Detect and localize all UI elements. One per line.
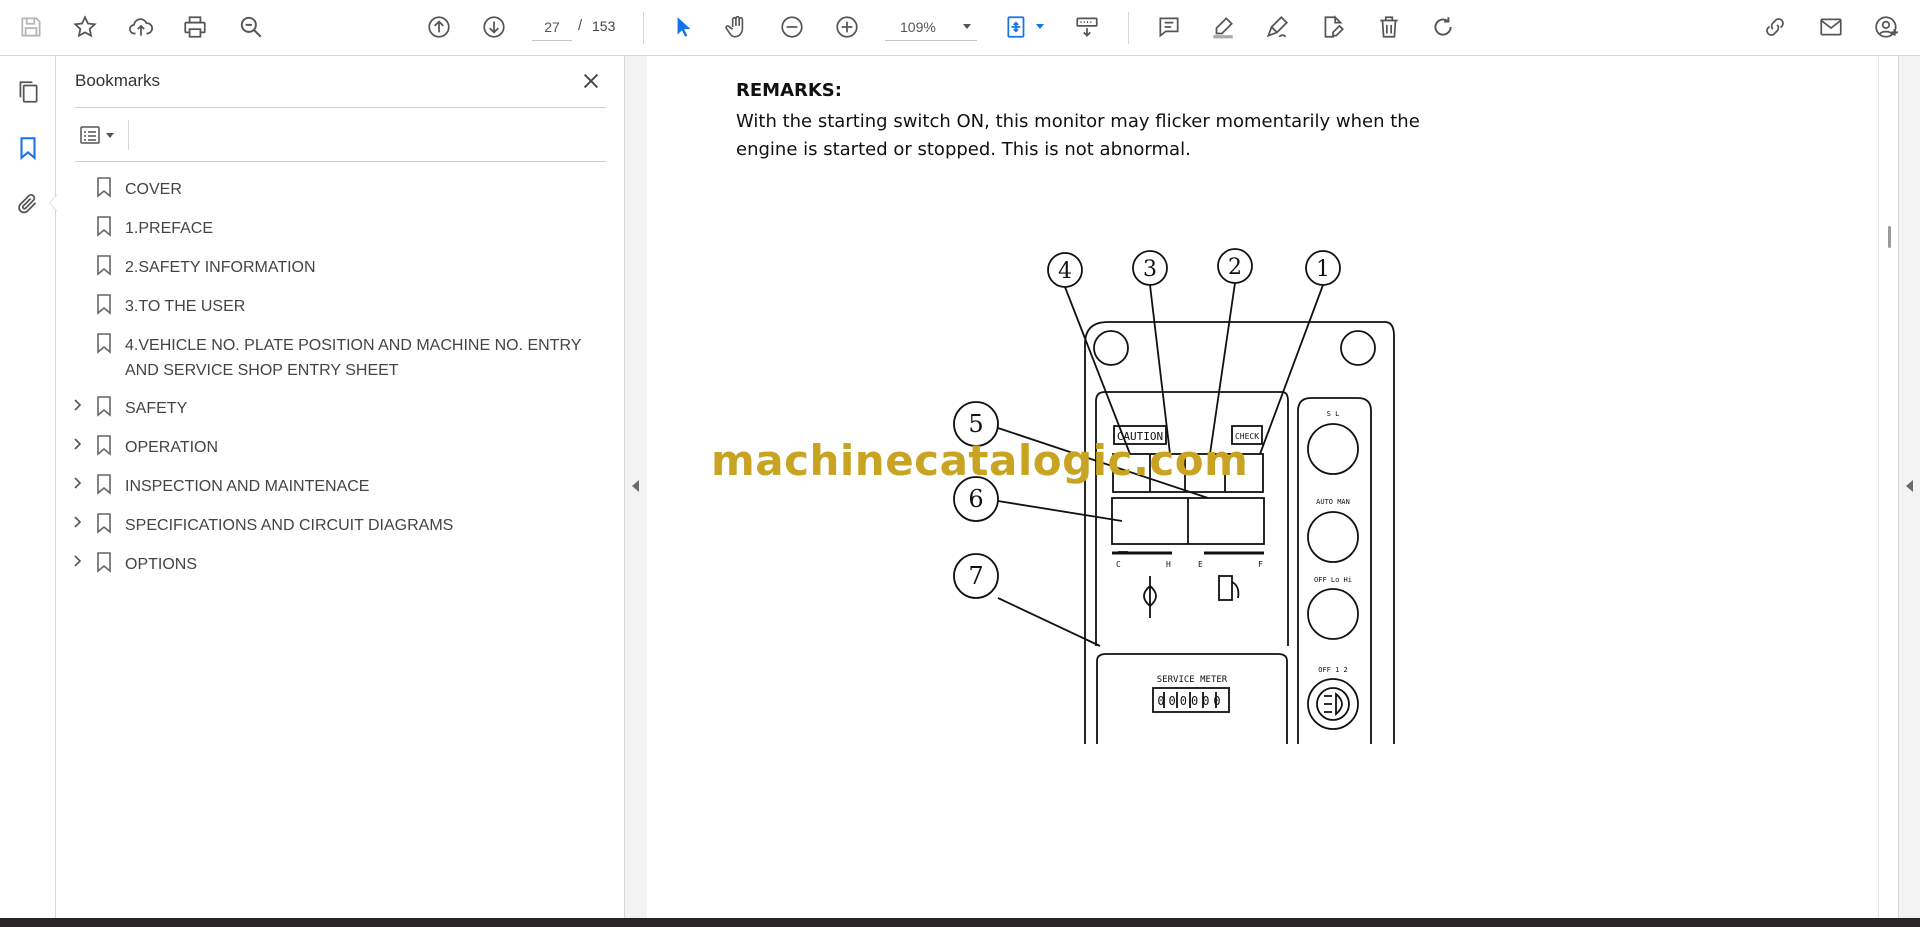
chevron-right-icon[interactable]: [71, 514, 85, 530]
gauge-end-label: C: [1116, 560, 1121, 569]
callout-label: 7: [968, 562, 983, 590]
panel-title: Bookmarks: [75, 71, 161, 90]
search-icon[interactable]: [234, 10, 268, 44]
bookmarks-panel: Bookmarks COVER 1.PREFACE 2.SAFETY INFOR…: [57, 56, 625, 918]
toolbar-divider: [1128, 12, 1129, 44]
bookmark-label: SPECIFICATIONS AND CIRCUIT DIAGRAMS: [125, 517, 454, 534]
callout-label: 2: [1228, 255, 1242, 280]
watermark-text: machinecatalogic.com: [711, 436, 1249, 485]
highlight-icon[interactable]: [1206, 10, 1240, 44]
edit-pdf-icon[interactable]: [1316, 10, 1350, 44]
bookmark-label: 2.SAFETY INFORMATION: [125, 259, 316, 276]
scroll-mode-icon[interactable]: [1070, 10, 1104, 44]
expand-arrow-icon: [1906, 480, 1913, 492]
comment-icon[interactable]: [1152, 10, 1186, 44]
chevron-right-icon[interactable]: [71, 553, 85, 569]
callout-label: 3: [1143, 257, 1157, 282]
page-up-icon[interactable]: [422, 10, 456, 44]
zoom-in-icon[interactable]: [830, 10, 864, 44]
delete-icon[interactable]: [1372, 10, 1406, 44]
collapse-arrow-icon: [632, 480, 639, 492]
divider: [75, 161, 606, 162]
select-cursor-icon[interactable]: [666, 10, 700, 44]
chevron-down-icon: [106, 132, 114, 138]
bookmark-icon: [97, 513, 111, 534]
chevron-right-icon[interactable]: [71, 475, 85, 491]
zoom-value: 109%: [900, 18, 936, 35]
main-toolbar: 27 / 153 109%: [0, 0, 1920, 56]
chevron-down-icon[interactable]: [1036, 24, 1044, 29]
divider: [75, 107, 606, 108]
email-icon[interactable]: [1814, 10, 1848, 44]
scrollbar-thumb[interactable]: [1888, 226, 1891, 248]
taskbar-edge: [0, 918, 1920, 927]
panel-collapse-handle[interactable]: [625, 56, 646, 918]
save-icon[interactable]: [14, 10, 48, 44]
gauge-end-label: H: [1166, 560, 1171, 569]
bookmark-icon: [97, 294, 111, 315]
list-options-icon: [80, 126, 100, 144]
bookmark-icon: [97, 255, 111, 276]
active-panel-pointer: [50, 195, 57, 211]
chevron-right-icon[interactable]: [71, 397, 85, 413]
page-thumbnails-icon[interactable]: [12, 76, 44, 108]
attachments-icon[interactable]: [12, 188, 44, 220]
page-number-input[interactable]: 27: [532, 13, 572, 41]
callout-label: 5: [968, 410, 983, 438]
share-link-icon[interactable]: [1758, 10, 1792, 44]
bookmark-icon: [97, 177, 111, 198]
bookmark-label: 4.VEHICLE NO. PLATE POSITION AND MACHINE…: [125, 337, 582, 379]
callout-label: 4: [1058, 259, 1072, 284]
knob-label: AUTO MAN: [1316, 498, 1350, 506]
bookmark-label: SAFETY: [125, 400, 188, 417]
bookmark-icon: [97, 474, 111, 495]
bookmark-icon: [97, 216, 111, 237]
knob-label: OFF 1 2: [1318, 666, 1348, 674]
hand-icon[interactable]: [720, 10, 754, 44]
callout-label: 6: [968, 485, 983, 513]
sign-icon[interactable]: [1260, 10, 1294, 44]
knob-label: OFF Lo Hi: [1314, 576, 1352, 584]
service-meter-label: SERVICE METER: [1157, 675, 1228, 685]
bookmarks-icon[interactable]: [12, 132, 44, 164]
gauge-end-label: E: [1198, 560, 1203, 569]
monitor-panel-diagram: 4 3 2 1 5 6 7 CAUTION CHECK SERVICE METE…: [953, 248, 1395, 744]
bookmark-options-button[interactable]: [74, 119, 120, 151]
divider: [128, 120, 129, 150]
print-icon[interactable]: [178, 10, 212, 44]
callout-label: 1: [1316, 257, 1330, 282]
remarks-heading: REMARKS:: [736, 80, 842, 101]
cloud-upload-icon[interactable]: [124, 10, 158, 44]
knob-label: S L: [1327, 410, 1340, 418]
remarks-text: With the starting switch ON, this monito…: [736, 111, 1420, 160]
right-panel-toggle[interactable]: [1898, 56, 1920, 918]
gauge-end-label: F: [1258, 560, 1263, 569]
page-separator: /: [578, 17, 583, 34]
chevron-down-icon: [963, 24, 971, 29]
fit-page-icon[interactable]: [1000, 10, 1034, 44]
page-down-icon[interactable]: [477, 10, 511, 44]
zoom-select[interactable]: 109%: [885, 13, 977, 41]
bookmark-label: 1.PREFACE: [125, 220, 214, 237]
toolbar-divider: [643, 12, 644, 44]
page-total: 153: [592, 18, 616, 34]
bookmark-label: OPTIONS: [125, 556, 198, 573]
close-icon[interactable]: [577, 67, 605, 95]
meter-digits: 000000: [1157, 694, 1224, 708]
bookmark-icon: [97, 552, 111, 573]
bookmark-icon: [97, 333, 111, 354]
rotate-icon[interactable]: [1426, 10, 1460, 44]
bookmark-label: INSPECTION AND MAINTENACE: [125, 478, 370, 495]
zoom-out-icon[interactable]: [775, 10, 809, 44]
add-user-icon[interactable]: [1870, 10, 1904, 44]
bookmark-icon: [97, 435, 111, 456]
star-icon[interactable]: [68, 10, 102, 44]
bookmark-icon: [97, 396, 111, 417]
vertical-scrollbar[interactable]: [1878, 56, 1898, 918]
bookmark-label: OPERATION: [125, 439, 219, 456]
bookmark-label: 3.TO THE USER: [125, 298, 246, 315]
left-nav-rail: [0, 56, 57, 918]
chevron-right-icon[interactable]: [71, 436, 85, 452]
bookmark-label: COVER: [125, 181, 182, 198]
